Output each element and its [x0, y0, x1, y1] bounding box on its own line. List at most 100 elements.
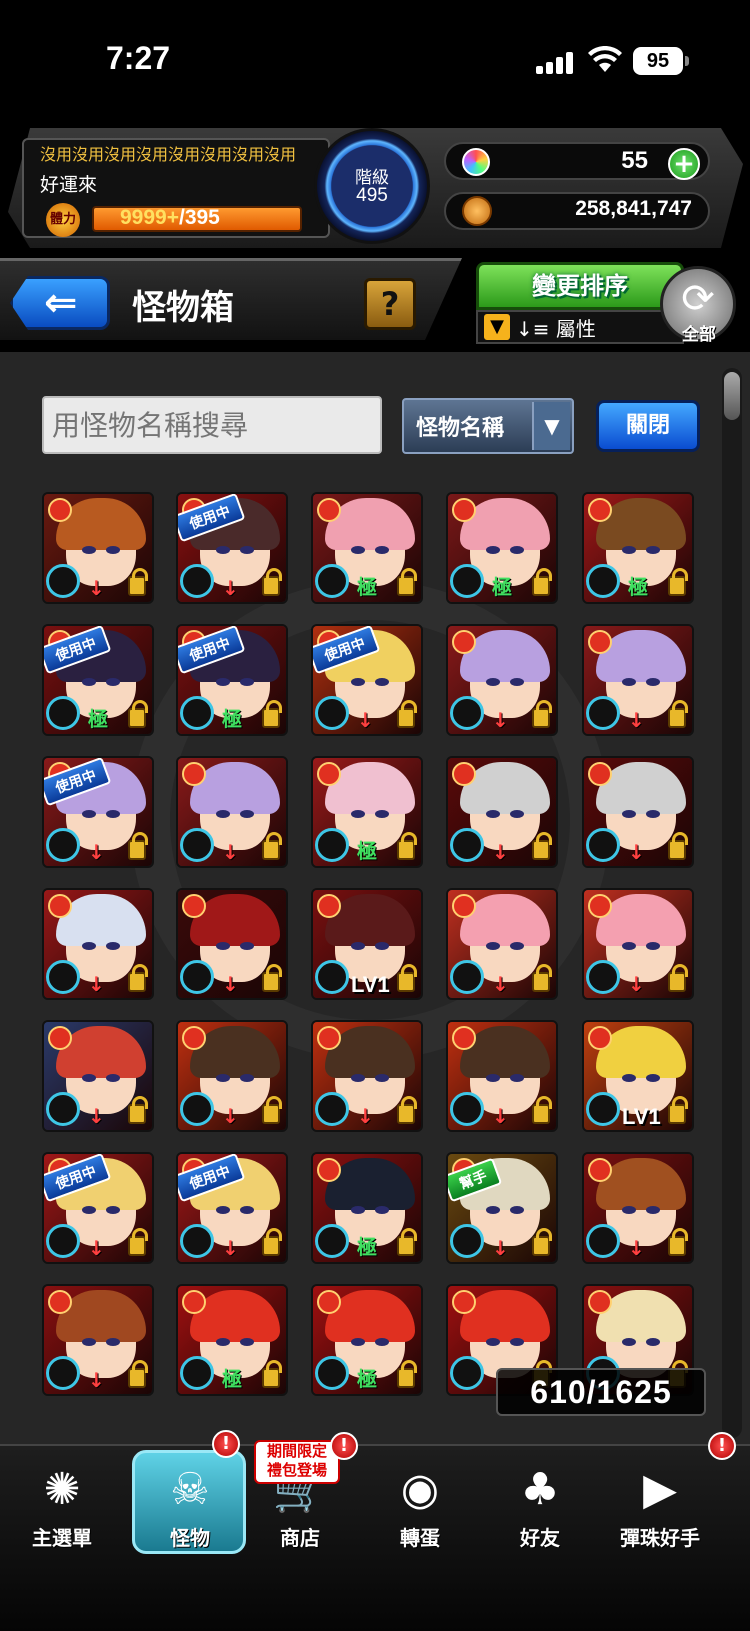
search-field-value: 怪物名稱 — [416, 416, 505, 441]
monster-card[interactable]: 極 — [311, 492, 423, 604]
monster-card[interactable]: ↓ — [176, 1020, 288, 1132]
evolution-mark: 極 — [222, 707, 242, 731]
lock-icon — [532, 964, 552, 992]
scrollbar-thumb[interactable] — [724, 372, 740, 420]
sort-attribute-text: 屬性 — [555, 317, 596, 341]
monster-card[interactable]: ↓ — [582, 1152, 694, 1264]
monster-card[interactable]: ↓ 使用中 — [42, 756, 154, 868]
monster-eye — [106, 1338, 120, 1346]
fire-element-icon — [588, 762, 612, 786]
nav-item-friends[interactable]: ♣ 好友 — [480, 1452, 600, 1562]
monster-card[interactable]: 極使用中 — [176, 624, 288, 736]
orb-slot-icon — [450, 1224, 484, 1258]
monster-card[interactable]: ↓ — [446, 888, 558, 1000]
orb-slot-icon — [315, 564, 349, 598]
fire-element-icon — [452, 894, 476, 918]
monster-card[interactable]: ↓ — [42, 1020, 154, 1132]
close-search-button[interactable]: 關閉 — [596, 400, 700, 452]
lock-icon — [262, 700, 282, 728]
monster-card[interactable]: 極 — [311, 1152, 423, 1264]
monster-search-input[interactable] — [42, 396, 382, 454]
fire-element-icon — [182, 1290, 206, 1314]
lock-icon — [532, 1096, 552, 1124]
nav-item-monster[interactable]: ☠ 怪物 — [130, 1452, 250, 1562]
monster-card[interactable]: 極 — [311, 1284, 423, 1396]
refresh-icon: ⟳ — [681, 276, 715, 322]
filter-icon[interactable]: ▼ — [484, 314, 510, 340]
fire-element-icon — [317, 762, 341, 786]
lock-icon — [532, 832, 552, 860]
promo-banner[interactable]: 期間限定 禮包登場 — [254, 1440, 340, 1484]
sort-attribute-label: ↓≡ 屬性 — [516, 317, 596, 341]
monster-card[interactable]: ↓ — [42, 1284, 154, 1396]
monster-eye — [106, 678, 120, 686]
monster-eye — [240, 1206, 254, 1214]
nav-item-strike-ticket[interactable]: ▶ 彈珠好手 — [600, 1452, 720, 1562]
monster-eye — [240, 1074, 254, 1082]
anchor-icon: ↓ — [222, 576, 239, 600]
monster-eye — [351, 678, 365, 686]
lock-icon — [668, 568, 688, 596]
monster-eye — [486, 546, 500, 554]
fire-element-icon — [452, 1026, 476, 1050]
monster-card[interactable]: LV1 — [311, 888, 423, 1000]
monster-card[interactable]: ↓ — [446, 1020, 558, 1132]
monster-card[interactable]: ↓ — [42, 492, 154, 604]
nav-item-main-menu[interactable]: ✺ 主選單 — [2, 1452, 122, 1562]
monster-card[interactable]: 極 — [176, 1284, 288, 1396]
orb-slot-icon — [450, 828, 484, 862]
orb-slot-icon — [586, 1224, 620, 1258]
change-sort-button[interactable]: 變更排序 — [476, 262, 684, 310]
monster-eye — [486, 678, 500, 686]
fire-element-icon — [317, 1158, 341, 1182]
monster-eye — [106, 1074, 120, 1082]
monster-card[interactable]: ↓ — [176, 888, 288, 1000]
monster-card[interactable]: ↓ 幫手 — [446, 1152, 558, 1264]
evolution-mark: 極 — [88, 707, 108, 731]
player-name: 好運來 — [40, 174, 98, 196]
monster-card[interactable]: ↓ — [176, 756, 288, 868]
cellular-signal-icon — [536, 52, 574, 74]
monster-card[interactable]: ↓ 使用中 — [311, 624, 423, 736]
gem-count: 55 — [621, 147, 648, 174]
monster-card[interactable]: LV1 — [582, 1020, 694, 1132]
monster-card[interactable]: 極使用中 — [42, 624, 154, 736]
monster-card[interactable]: ↓ — [582, 624, 694, 736]
monster-eye — [351, 810, 365, 818]
monster-card[interactable]: ↓ 使用中 — [42, 1152, 154, 1264]
nav-label: 好友 — [520, 1526, 560, 1550]
fire-element-icon — [588, 1290, 612, 1314]
lock-icon — [397, 1360, 417, 1388]
monster-eye — [216, 942, 230, 950]
monster-eye — [646, 1206, 660, 1214]
friends-icon: ♣ — [520, 1464, 560, 1515]
nav-item-gacha-egg[interactable]: ◉ 轉蛋 — [360, 1452, 480, 1562]
level-label: LV1 — [351, 972, 390, 997]
monster-card[interactable]: ↓ — [446, 756, 558, 868]
monster-card[interactable]: ↓ — [582, 756, 694, 868]
monster-card[interactable]: ↓ — [446, 624, 558, 736]
monster-card[interactable]: ↓ 使用中 — [176, 1152, 288, 1264]
lock-icon — [128, 832, 148, 860]
help-button[interactable]: ? — [364, 278, 416, 330]
lock-icon — [262, 1096, 282, 1124]
monster-eye — [351, 942, 365, 950]
wifi-icon — [588, 46, 622, 72]
monster-card[interactable]: ↓ 使用中 — [176, 492, 288, 604]
lock-icon — [397, 700, 417, 728]
chevron-down-icon[interactable]: ▼ — [532, 402, 570, 450]
monster-card[interactable]: ↓ — [311, 1020, 423, 1132]
orb-slot-icon — [450, 1356, 484, 1390]
monster-eye — [82, 1074, 96, 1082]
monster-card[interactable]: 極 — [582, 492, 694, 604]
monster-eye — [106, 546, 120, 554]
add-gems-button[interactable]: + — [668, 148, 700, 180]
monster-card[interactable]: ↓ — [42, 888, 154, 1000]
monster-eye — [646, 546, 660, 554]
monster-eye — [375, 810, 389, 818]
monster-card[interactable]: 極 — [311, 756, 423, 868]
orb-slot-icon — [586, 960, 620, 994]
scrollbar[interactable] — [722, 368, 742, 1438]
monster-card[interactable]: 極 — [446, 492, 558, 604]
monster-card[interactable]: ↓ — [582, 888, 694, 1000]
